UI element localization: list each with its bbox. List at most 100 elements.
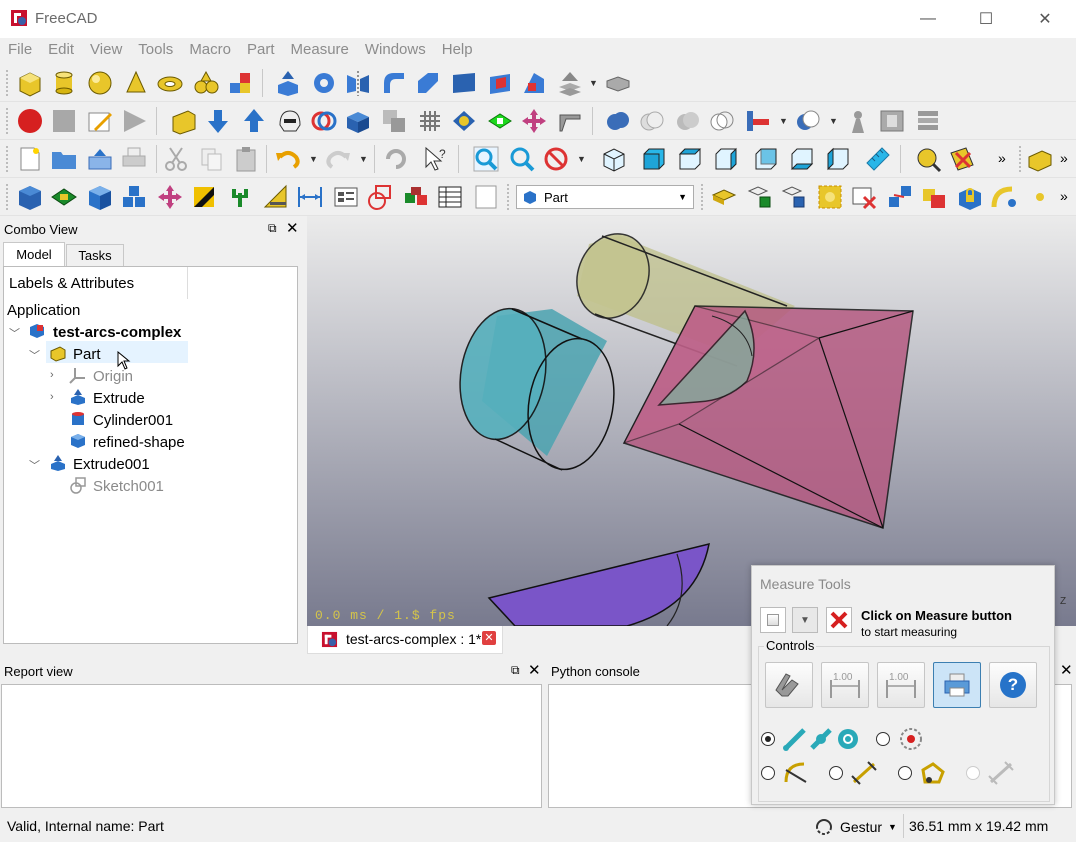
- close-button[interactable]: ✕: [1016, 0, 1074, 38]
- chevron-down-icon[interactable]: ﹀: [29, 347, 40, 363]
- view-right-icon[interactable]: [712, 145, 740, 173]
- view-top-icon[interactable]: [676, 145, 704, 173]
- radio-arc-mode[interactable]: [761, 766, 775, 780]
- shape-from-mesh-icon[interactable]: [344, 107, 372, 135]
- box-shape[interactable]: [622, 305, 914, 529]
- std-view-icon[interactable]: [16, 183, 44, 211]
- toolbar-grip[interactable]: [5, 107, 9, 135]
- primitives-icon[interactable]: [192, 69, 220, 97]
- undo-icon[interactable]: [274, 145, 302, 173]
- mirror-icon[interactable]: [344, 69, 372, 97]
- boolean-icon[interactable]: [310, 107, 338, 135]
- dimension-icon[interactable]: [296, 183, 324, 211]
- close-panel-icon[interactable]: ✕: [286, 219, 299, 237]
- tree-item-extrude001[interactable]: Extrude001: [73, 453, 150, 475]
- draw-style-icon[interactable]: [542, 145, 570, 173]
- chamfer-icon[interactable]: [414, 69, 442, 97]
- chevron-down-icon[interactable]: ▼: [359, 154, 368, 164]
- measure-clear-icon[interactable]: [948, 145, 976, 173]
- bowl-shape[interactable]: [487, 542, 710, 626]
- toolbar-grip[interactable]: [1018, 145, 1022, 173]
- help-button[interactable]: ?: [989, 662, 1037, 708]
- table-form-icon[interactable]: [332, 183, 360, 211]
- toolbar-grip[interactable]: [506, 183, 510, 211]
- caliper-icon[interactable]: [556, 107, 584, 135]
- float-panel-icon[interactable]: ⧉: [511, 663, 520, 678]
- dot-icon[interactable]: [1030, 183, 1058, 211]
- new-document-icon[interactable]: [16, 145, 44, 173]
- blank-page-icon[interactable]: [472, 183, 500, 211]
- chevron-down-icon[interactable]: ﹀: [29, 457, 40, 473]
- navigation-style-selector[interactable]: Gestur ▼: [814, 816, 897, 838]
- chevron-down-icon[interactable]: ▼: [589, 78, 598, 88]
- view-front-icon[interactable]: [640, 145, 668, 173]
- view-rear-icon[interactable]: [752, 145, 780, 173]
- section-icon[interactable]: [914, 107, 942, 135]
- radio-disabled-mode[interactable]: [966, 766, 980, 780]
- measure-linear-icon[interactable]: [914, 145, 942, 173]
- close-panel-icon[interactable]: ✕: [528, 661, 541, 679]
- view-bottom-icon[interactable]: [788, 145, 816, 173]
- sphere-icon[interactable]: [86, 69, 114, 97]
- menu-view[interactable]: View: [90, 38, 122, 64]
- toolbar-grip[interactable]: [700, 183, 704, 211]
- chevron-down-icon[interactable]: ▼: [779, 116, 788, 126]
- fasteners-icon[interactable]: [780, 183, 808, 211]
- yellow-box-icon[interactable]: [710, 183, 738, 211]
- join-features-icon[interactable]: [744, 107, 772, 135]
- measure-distance-icon[interactable]: [864, 145, 892, 173]
- torus-icon[interactable]: [156, 69, 184, 97]
- tree-item-document[interactable]: test-arcs-complex: [53, 321, 181, 343]
- fit-selection-icon[interactable]: [508, 145, 536, 173]
- minimize-button[interactable]: —: [899, 0, 957, 38]
- document-tab[interactable]: test-arcs-complex : 1* ✕: [307, 626, 503, 654]
- view-isometric-icon[interactable]: [600, 145, 628, 173]
- transform-blocks-icon[interactable]: [886, 183, 914, 211]
- loft-icon[interactable]: [520, 69, 548, 97]
- ruler-tool-button-1[interactable]: 1.00: [821, 662, 869, 708]
- menu-help[interactable]: Help: [442, 38, 473, 64]
- union-icon[interactable]: [604, 107, 632, 135]
- common-icon[interactable]: [638, 107, 666, 135]
- toolbar-overflow-icon[interactable]: »: [998, 150, 1006, 166]
- measure-options-dropdown[interactable]: ▼: [792, 607, 818, 633]
- helmet-icon[interactable]: [276, 107, 304, 135]
- menu-edit[interactable]: Edit: [48, 38, 74, 64]
- assembly-icon[interactable]: [402, 183, 430, 211]
- chevron-right-icon[interactable]: ›: [50, 369, 54, 381]
- copy-icon[interactable]: [198, 145, 226, 173]
- record-macro-icon[interactable]: [16, 107, 44, 135]
- radio-edge-mode[interactable]: [761, 732, 775, 746]
- cube-icon[interactable]: [16, 69, 44, 97]
- lock-icon[interactable]: [956, 183, 984, 211]
- shape-builder-icon[interactable]: [226, 69, 254, 97]
- extrude-icon[interactable]: [274, 69, 302, 97]
- cylinder-icon[interactable]: [50, 69, 78, 97]
- workbench-selector[interactable]: Part ▼: [516, 185, 694, 209]
- open-folder-icon[interactable]: [50, 145, 78, 173]
- cut-scissors-icon[interactable]: [162, 145, 190, 173]
- grid-icon[interactable]: [416, 107, 444, 135]
- float-panel-icon[interactable]: ⧉: [268, 221, 277, 236]
- thickness-icon[interactable]: [604, 69, 632, 97]
- circuit-board-icon[interactable]: [50, 183, 78, 211]
- save-icon[interactable]: [86, 145, 114, 173]
- paste-icon[interactable]: [232, 145, 260, 173]
- maximize-button[interactable]: ☐: [957, 0, 1015, 38]
- fillet-icon[interactable]: [380, 69, 408, 97]
- menu-macro[interactable]: Macro: [189, 38, 231, 64]
- redo-icon[interactable]: [324, 145, 352, 173]
- chevron-down-icon[interactable]: ▼: [577, 154, 586, 164]
- tree-item-cylinder001[interactable]: Cylinder001: [93, 409, 173, 431]
- toolbar-overflow-icon[interactable]: »: [1060, 188, 1068, 204]
- toolbar-grip[interactable]: [5, 183, 9, 211]
- make-face-icon[interactable]: [450, 69, 478, 97]
- chevron-down-icon[interactable]: ▼: [829, 116, 838, 126]
- sketch-shape-icon[interactable]: [366, 183, 394, 211]
- arrow-up-icon[interactable]: [240, 107, 268, 135]
- tree-item-part[interactable]: Part: [73, 343, 101, 365]
- execute-macro-icon[interactable]: [120, 107, 148, 135]
- report-view-output[interactable]: [1, 684, 542, 808]
- chevron-down-icon[interactable]: ﹀: [9, 325, 20, 341]
- ruled-surface-icon[interactable]: [486, 69, 514, 97]
